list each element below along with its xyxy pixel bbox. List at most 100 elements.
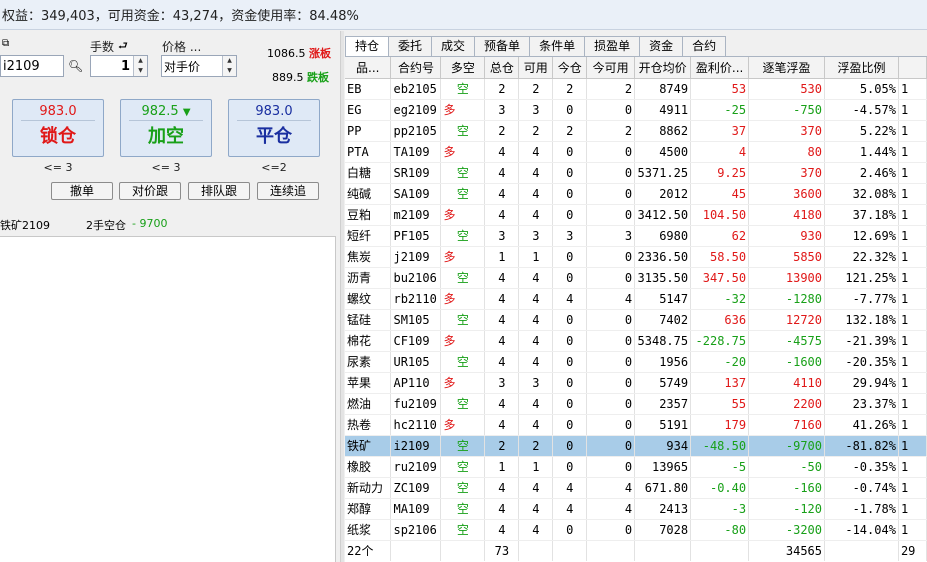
cell-float_pnl: 930: [748, 225, 825, 247]
cell-open: 8862: [634, 120, 692, 142]
table-row[interactable]: 白糖 SR109 空 4 4 0 0 5371.25 9.25 370 2.46% 1: [345, 162, 927, 184]
cell-today: 0: [552, 414, 588, 436]
table-row[interactable]: 沥青 bu2106 空 4 4 0 0 3135.50 347.50 13900 121.25% 1: [345, 267, 927, 289]
table-row[interactable]: 焦炭 j2109 多 1 1 0 0 2336.50 58.50 5850 22.32% 1: [345, 246, 927, 268]
table-row[interactable]: 尿素 UR105 空 4 4 0 0 1956 -20 -1600 -20.35% 1: [345, 351, 927, 373]
search-icon[interactable]: 🔍︎: [68, 59, 83, 73]
column-header-6[interactable]: 今可用: [586, 57, 636, 79]
counter-follow-button[interactable]: 对价跟: [119, 182, 181, 200]
qty-stepper[interactable]: 1 ▲ ▼: [90, 55, 148, 77]
table-row[interactable]: PTA TA109 多 4 4 0 0 4500 4 80 1.44% 1: [345, 141, 927, 163]
cell-float_pnl: -50: [748, 456, 825, 478]
cell-name: 棉花: [345, 330, 392, 352]
reset-icon[interactable]: ⮐: [118, 37, 128, 56]
table-row[interactable]: 郑醇 MA109 空 4 4 4 4 2413 -3 -120 -1.78% 1: [345, 498, 927, 520]
table-row[interactable]: 燃油 fu2109 空 4 4 0 0 2357 55 2200 23.37% 1: [345, 393, 927, 415]
table-row[interactable]: 纸浆 sp2106 空 4 4 0 0 7028 -80 -3200 -14.04% 1: [345, 519, 927, 541]
tab-4[interactable]: 条件单: [529, 36, 586, 56]
column-header-7[interactable]: 开仓均价: [634, 57, 692, 79]
cell-today_avail: 0: [586, 414, 636, 436]
table-row[interactable]: 铁矿 i2109 空 2 2 0 0 934 -48.50 -9700 -81.82% 1: [345, 435, 927, 457]
table-row[interactable]: 短纤 PF105 空 3 3 3 3 6980 62 930 12.69% 1: [345, 225, 927, 247]
queue-follow-button[interactable]: 排队跟: [188, 182, 250, 200]
cell-ratio: -20.35%: [824, 351, 899, 373]
tab-1[interactable]: 委托: [388, 36, 433, 56]
cell-float_pnl: 4110: [748, 372, 825, 394]
cell-avail: 4: [518, 519, 554, 541]
cell-today: 0: [552, 393, 588, 415]
cell-open: 7028: [634, 519, 692, 541]
cell-extra: 1: [898, 267, 927, 289]
table-row[interactable]: 苹果 AP110 多 3 3 0 0 5749 137 4110 29.94% 1: [345, 372, 927, 394]
contract-input[interactable]: i2109: [0, 55, 64, 77]
price-mode-field[interactable]: 对手价 ▲ ▼: [161, 55, 237, 77]
table-row[interactable]: 橡胶 ru2109 空 1 1 0 0 13965 -5 -50 -0.35% 1: [345, 456, 927, 478]
column-header-10[interactable]: 浮盈比例: [824, 57, 899, 79]
table-row[interactable]: 热卷 hc2110 多 4 4 0 0 5191 179 7160 41.26% 1: [345, 414, 927, 436]
cell-pnl_price: -20: [690, 351, 750, 373]
cell-today_avail: 0: [586, 393, 636, 415]
table-row[interactable]: 纯碱 SA109 空 4 4 0 0 2012 45 3600 32.08% 1: [345, 183, 927, 205]
tab-6[interactable]: 资金: [639, 36, 684, 56]
tab-3[interactable]: 预备单: [474, 36, 531, 56]
cell-extra: 1: [898, 120, 927, 142]
cell-ratio: -7.77%: [824, 288, 899, 310]
column-header-3[interactable]: 总仓: [484, 57, 520, 79]
column-header-extra[interactable]: [898, 57, 927, 79]
lock-position-button[interactable]: 983.0 锁仓: [12, 99, 104, 157]
cell-today_avail: 2: [586, 120, 636, 142]
cell-today: 0: [552, 309, 588, 331]
panel-splitter[interactable]: [340, 31, 344, 562]
add-short-limit: <= 3: [151, 161, 181, 174]
cell-open: 5371.25: [634, 162, 692, 184]
cell-ratio: 32.08%: [824, 183, 899, 205]
add-short-button[interactable]: 982.5 ▼ 加空: [120, 99, 212, 157]
column-header-9[interactable]: 逐笔浮盈: [748, 57, 825, 79]
table-row[interactable]: 新动力 ZC109 空 4 4 4 4 671.80 -0.40 -160 -0.74% 1: [345, 477, 927, 499]
qty-spin[interactable]: ▲ ▼: [133, 56, 147, 76]
cell-dir: 多: [440, 99, 486, 121]
tab-2[interactable]: 成交: [431, 36, 476, 56]
table-row[interactable]: PP pp2105 空 2 2 2 2 8862 37 370 5.22% 1: [345, 120, 927, 142]
window-icon: ⧉: [2, 38, 10, 49]
price-spin[interactable]: ▲ ▼: [222, 56, 236, 76]
table-row[interactable]: EB eb2105 空 2 2 2 2 8749 53 530 5.05% 1: [345, 78, 927, 100]
tab-5[interactable]: 损盈单: [584, 36, 641, 56]
cell-extra: 1: [898, 477, 927, 499]
cell-pnl_price: -228.75: [690, 330, 750, 352]
total-cell-10: [824, 540, 899, 561]
column-header-1[interactable]: 合约号: [390, 57, 442, 79]
cell-avail: 1: [518, 456, 554, 478]
cancel-order-button[interactable]: 撤单: [51, 182, 113, 200]
continuous-chase-button[interactable]: 连续追: [257, 182, 319, 200]
table-row[interactable]: 豆粕 m2109 多 4 4 0 0 3412.50 104.50 4180 37.18% 1: [345, 204, 927, 226]
total-cell-0: 22个: [345, 540, 392, 561]
cell-code: AP110: [390, 372, 442, 394]
cell-pnl_price: 62: [690, 225, 750, 247]
column-header-5[interactable]: 今仓: [552, 57, 588, 79]
cell-float_pnl: 370: [748, 120, 825, 142]
total-cell-6: [586, 540, 636, 561]
column-header-8[interactable]: 盈利价...: [690, 57, 750, 79]
column-header-2[interactable]: 多空: [440, 57, 486, 79]
cell-extra: 1: [898, 99, 927, 121]
column-header-0[interactable]: 品...: [345, 57, 392, 79]
cell-name: 尿素: [345, 351, 392, 373]
tab-7[interactable]: 合约: [682, 36, 727, 56]
price-label[interactable]: 价格 ...: [162, 38, 201, 55]
tab-0[interactable]: 持仓: [345, 36, 390, 57]
table-row[interactable]: EG eg2109 多 3 3 0 0 4911 -25 -750 -4.57% 1: [345, 99, 927, 121]
total-cell-11: 29: [898, 540, 927, 561]
cell-today_avail: 0: [586, 309, 636, 331]
cell-extra: 1: [898, 309, 927, 331]
table-row[interactable]: 锰硅 SM105 空 4 4 0 0 7402 636 12720 132.18% 1: [345, 309, 927, 331]
column-header-4[interactable]: 可用: [518, 57, 554, 79]
cell-code: SR109: [390, 162, 442, 184]
cell-extra: 1: [898, 330, 927, 352]
close-position-button[interactable]: 983.0 平仓: [228, 99, 320, 157]
table-row[interactable]: 棉花 CF109 多 4 4 0 0 5348.75 -228.75 -4575 -21.39% 1: [345, 330, 927, 352]
tab-bar: 持仓 委托 成交 预备单 条件单 损盈单 资金 合约: [345, 36, 727, 57]
table-row[interactable]: 螺纹 rb2110 多 4 4 4 4 5147 -32 -1280 -7.77% 1: [345, 288, 927, 310]
cell-extra: 1: [898, 351, 927, 373]
cell-name: 纸浆: [345, 519, 392, 541]
